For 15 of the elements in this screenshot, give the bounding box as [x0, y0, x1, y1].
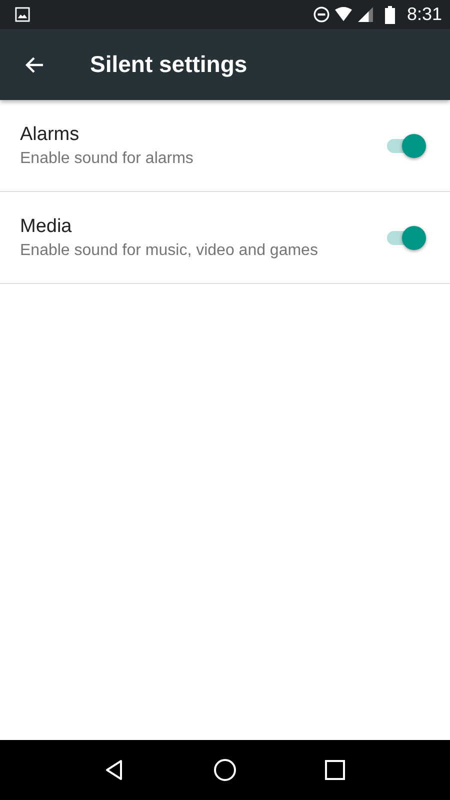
setting-title: Media: [20, 216, 73, 238]
setting-summary: Enable sound for alarms: [20, 150, 194, 168]
clock: 8:31: [406, 4, 442, 25]
signal-icon: [356, 6, 374, 23]
setting-summary: Enable sound for music, video and games: [20, 242, 318, 260]
screen-title: Silent settings: [90, 51, 248, 78]
image-icon: [15, 7, 30, 22]
wifi-icon: [334, 6, 352, 23]
setting-row[interactable]: Alarms Enable sound for alarms: [0, 100, 450, 192]
setting-row[interactable]: Media Enable sound for music, video and games: [0, 192, 450, 284]
battery-icon: [384, 6, 395, 24]
setting-title: Alarms: [20, 124, 80, 146]
home-icon[interactable]: [213, 758, 237, 782]
do-not-disturb-icon: [312, 6, 330, 23]
recents-icon[interactable]: [323, 758, 347, 782]
